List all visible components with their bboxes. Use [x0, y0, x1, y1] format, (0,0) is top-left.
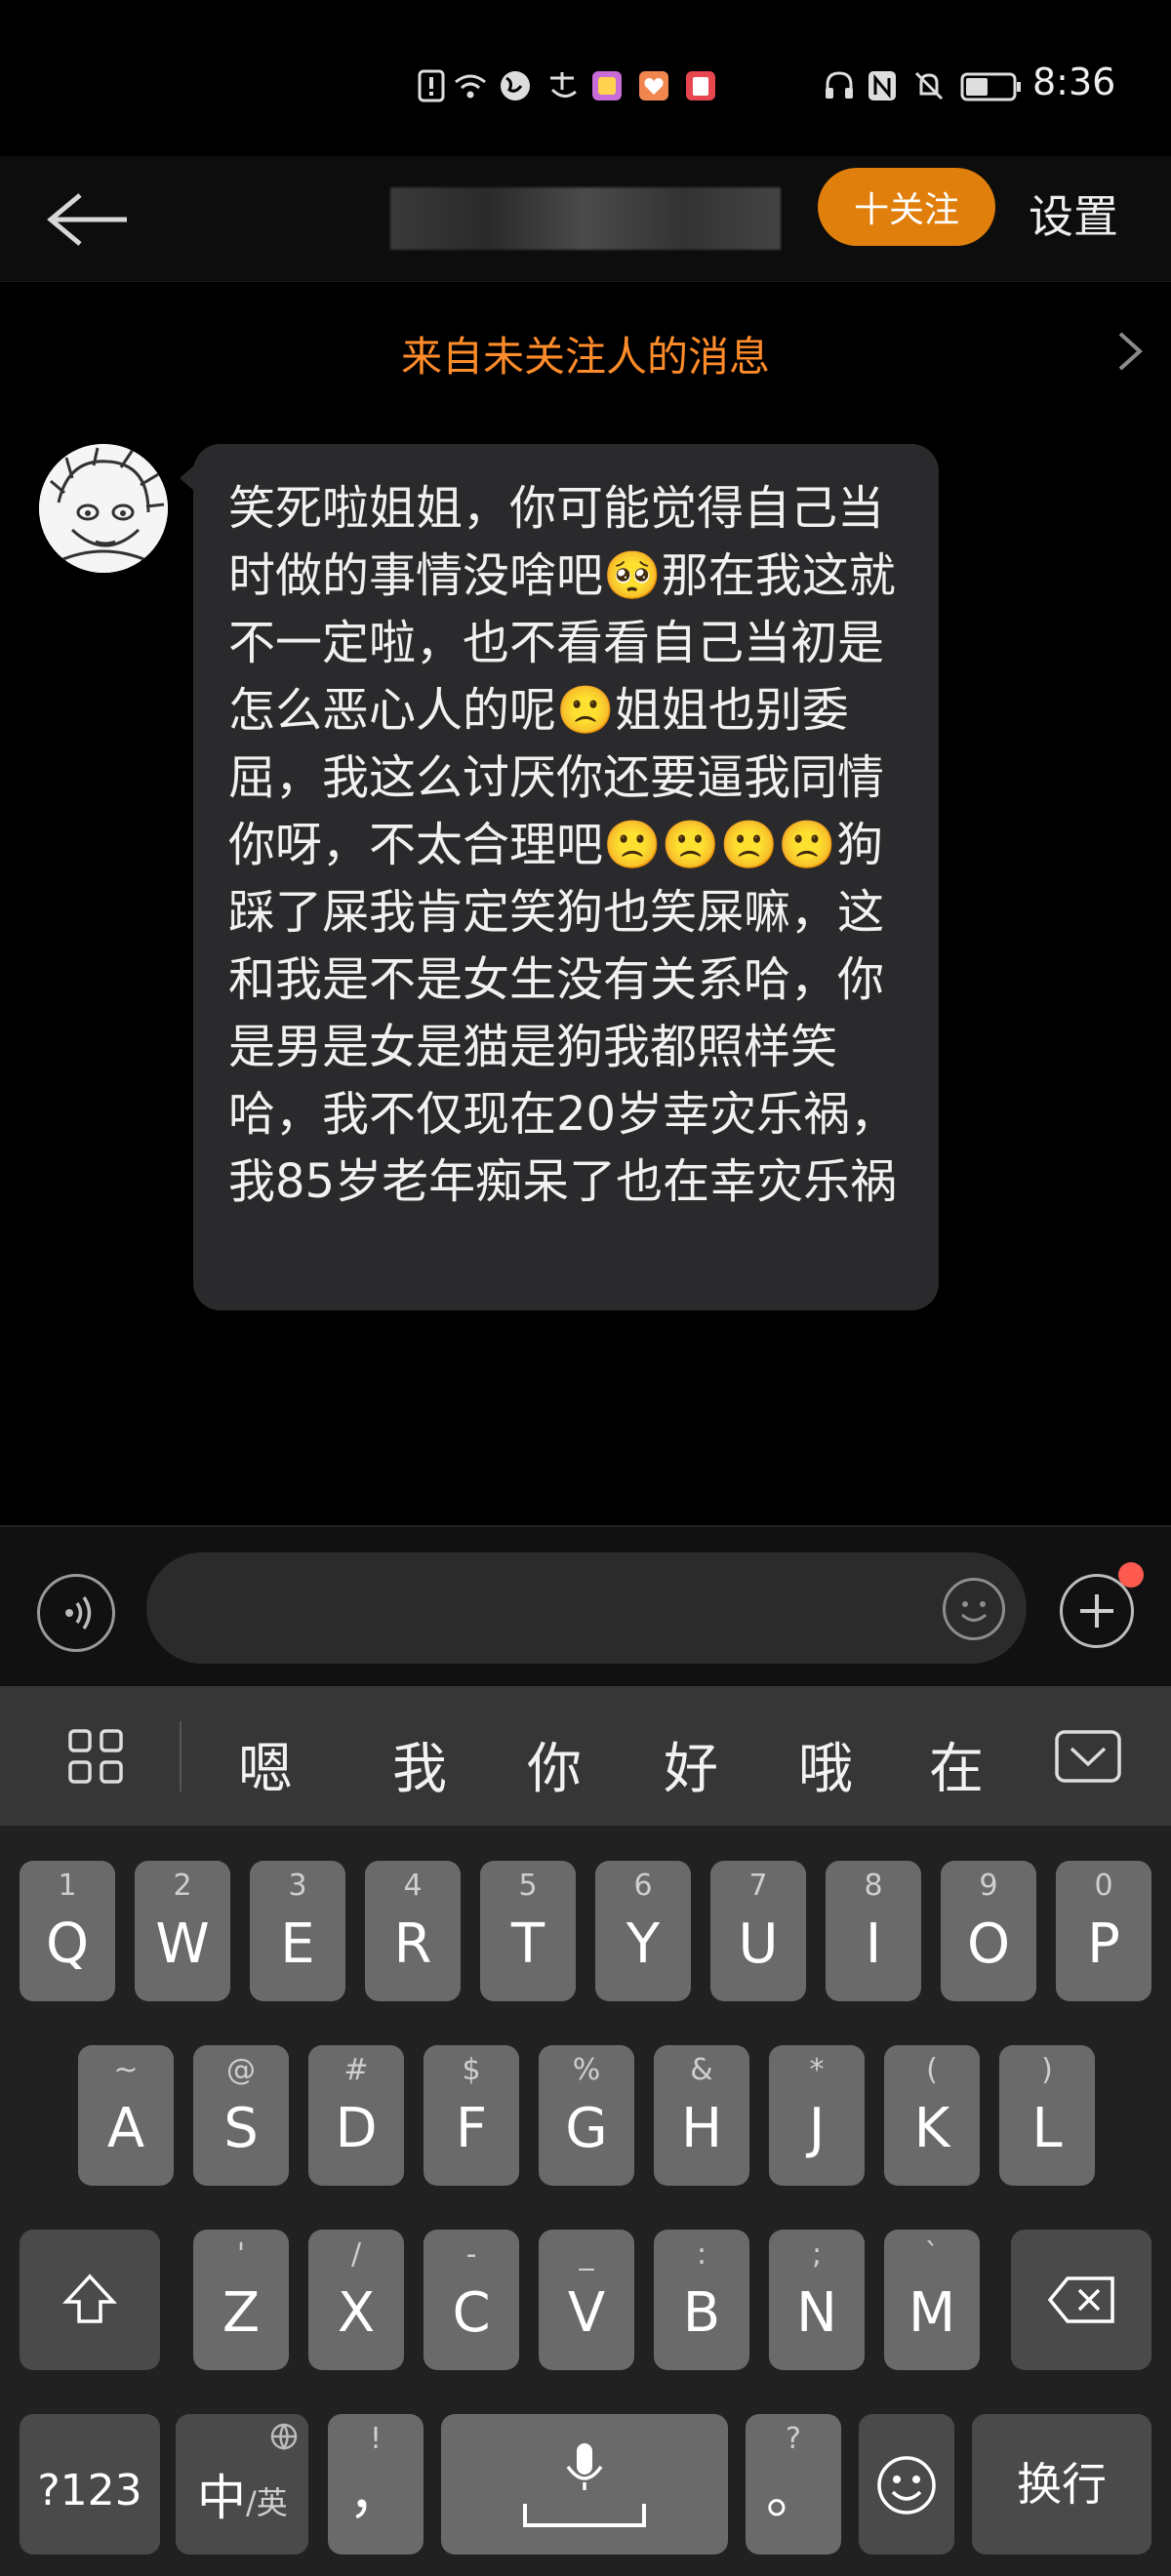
stranger-message-notice[interactable]: 来自未关注人的消息: [0, 283, 1171, 420]
candidate-word[interactable]: 我: [392, 1725, 447, 1804]
key-q[interactable]: 1Q: [20, 1861, 115, 2001]
notice-text: 来自未关注人的消息: [400, 333, 770, 381]
key-x[interactable]: / X: [308, 2230, 404, 2370]
key-i[interactable]: 8I: [826, 1861, 921, 2001]
battery-icon: [960, 72, 1021, 101]
keyboard: 1Q 2W 3E 4R 5T 6Y 7U 8I 9O 0P ~ A @ S # D $…: [0, 1826, 1171, 2576]
key-u[interactable]: 7U: [710, 1861, 806, 2001]
collapse-keyboard-icon[interactable]: [1054, 1729, 1122, 1784]
voice-input-button[interactable]: [37, 1574, 115, 1652]
language-switch-key[interactable]: 中 /英: [176, 2414, 308, 2555]
app-icon-book: [686, 71, 715, 101]
wifi-icon: [455, 74, 486, 99]
back-arrow-icon[interactable]: [39, 185, 137, 254]
follow-button[interactable]: 十关注: [818, 168, 995, 246]
chevron-right-icon: [1118, 332, 1143, 371]
avatar[interactable]: [39, 444, 168, 573]
smiley-icon: [877, 2456, 936, 2515]
key-b[interactable]: :B: [654, 2230, 749, 2370]
status-bar: 8:36: [0, 0, 1171, 156]
candidate-word[interactable]: 你: [527, 1725, 582, 1804]
microphone-space-icon: [523, 2443, 646, 2527]
input-bar: [0, 1525, 1171, 1688]
comma-key[interactable]: !，: [328, 2414, 424, 2555]
period-key[interactable]: ?。: [746, 2414, 841, 2555]
key-t[interactable]: 5T: [480, 1861, 576, 2001]
key-e[interactable]: 3E: [250, 1861, 345, 2001]
candidate-word[interactable]: 哦: [798, 1725, 853, 1804]
emoji-keyboard-key[interactable]: [859, 2414, 954, 2555]
message-bubble[interactable]: 笑死啦姐姐，你可能觉得自己当时做的事情没啥吧🥺那在我这就不一定啦，也不看看自己当…: [193, 444, 939, 1310]
key-j[interactable]: * J: [769, 2045, 865, 2186]
key-d[interactable]: # D: [308, 2045, 404, 2186]
app-icon-heart: [639, 71, 668, 101]
key-y[interactable]: 6Y: [595, 1861, 691, 2001]
grid-menu-icon[interactable]: [66, 1727, 125, 1786]
shift-key[interactable]: [20, 2230, 160, 2370]
key-a[interactable]: ~ A: [78, 2045, 174, 2186]
lang-main-label: 中: [197, 2470, 246, 2526]
app-icon-colorful: [592, 71, 622, 101]
mute-icon: [914, 71, 944, 101]
voice-icon: [65, 1596, 92, 1630]
smiley-icon: [960, 1601, 988, 1622]
key-n[interactable]: ; N: [769, 2230, 865, 2370]
space-key[interactable]: [441, 2414, 728, 2555]
numbers-key[interactable]: ?123: [20, 2414, 160, 2555]
shift-icon: [62, 2274, 117, 2323]
alert-icon: [418, 69, 445, 102]
headphones-icon: [826, 71, 853, 99]
backspace-key[interactable]: [1011, 2230, 1151, 2370]
message-text: 笑死啦姐姐，你可能觉得自己当时做的事情没啥吧🥺那在我这就不一定啦，也不看看自己当…: [228, 481, 898, 1209]
settings-button[interactable]: 设置: [1029, 181, 1118, 246]
key-f[interactable]: $ F: [424, 2045, 519, 2186]
key-o[interactable]: 9O: [941, 1861, 1036, 2001]
globe-icon: [501, 71, 530, 101]
key-k[interactable]: (K: [884, 2045, 980, 2186]
avatar-sketch-icon: [39, 444, 168, 573]
keyboard-candidate-bar: 嗯 我 你 好 哦 在: [0, 1686, 1171, 1826]
nfc-icon: [868, 71, 896, 101]
key-z[interactable]: ' Z: [193, 2230, 289, 2370]
notification-dot: [1118, 1562, 1144, 1588]
key-s[interactable]: @ S: [193, 2045, 289, 2186]
key-w[interactable]: 2W: [135, 1861, 230, 2001]
key-p[interactable]: 0P: [1056, 1861, 1151, 2001]
key-h[interactable]: & H: [654, 2045, 749, 2186]
contact-name-blurred: [390, 187, 781, 250]
key-v[interactable]: _ V: [539, 2230, 634, 2370]
backspace-icon: [1047, 2276, 1114, 2323]
candidate-word[interactable]: 嗯: [238, 1725, 293, 1804]
key-l[interactable]: ) L: [999, 2045, 1095, 2186]
key-r[interactable]: 4R: [365, 1861, 461, 2001]
alipay-icon: [550, 72, 577, 98]
chat-header: 十关注 设置: [0, 156, 1171, 282]
emoji-button[interactable]: [943, 1578, 1005, 1640]
message-input[interactable]: [146, 1552, 1027, 1664]
globe-icon: [270, 2423, 298, 2451]
key-m[interactable]: ` M: [884, 2230, 980, 2370]
key-c[interactable]: -C: [424, 2230, 519, 2370]
key-g[interactable]: % G: [539, 2045, 634, 2186]
enter-key[interactable]: 换行: [972, 2414, 1151, 2555]
candidate-word[interactable]: 好: [664, 1725, 718, 1804]
plus-icon: [1080, 1594, 1113, 1628]
lang-sub-label: /英: [246, 2484, 288, 2521]
clock: 8:36: [1032, 60, 1116, 103]
candidate-word[interactable]: 在: [929, 1725, 984, 1804]
divider: [180, 1721, 182, 1791]
